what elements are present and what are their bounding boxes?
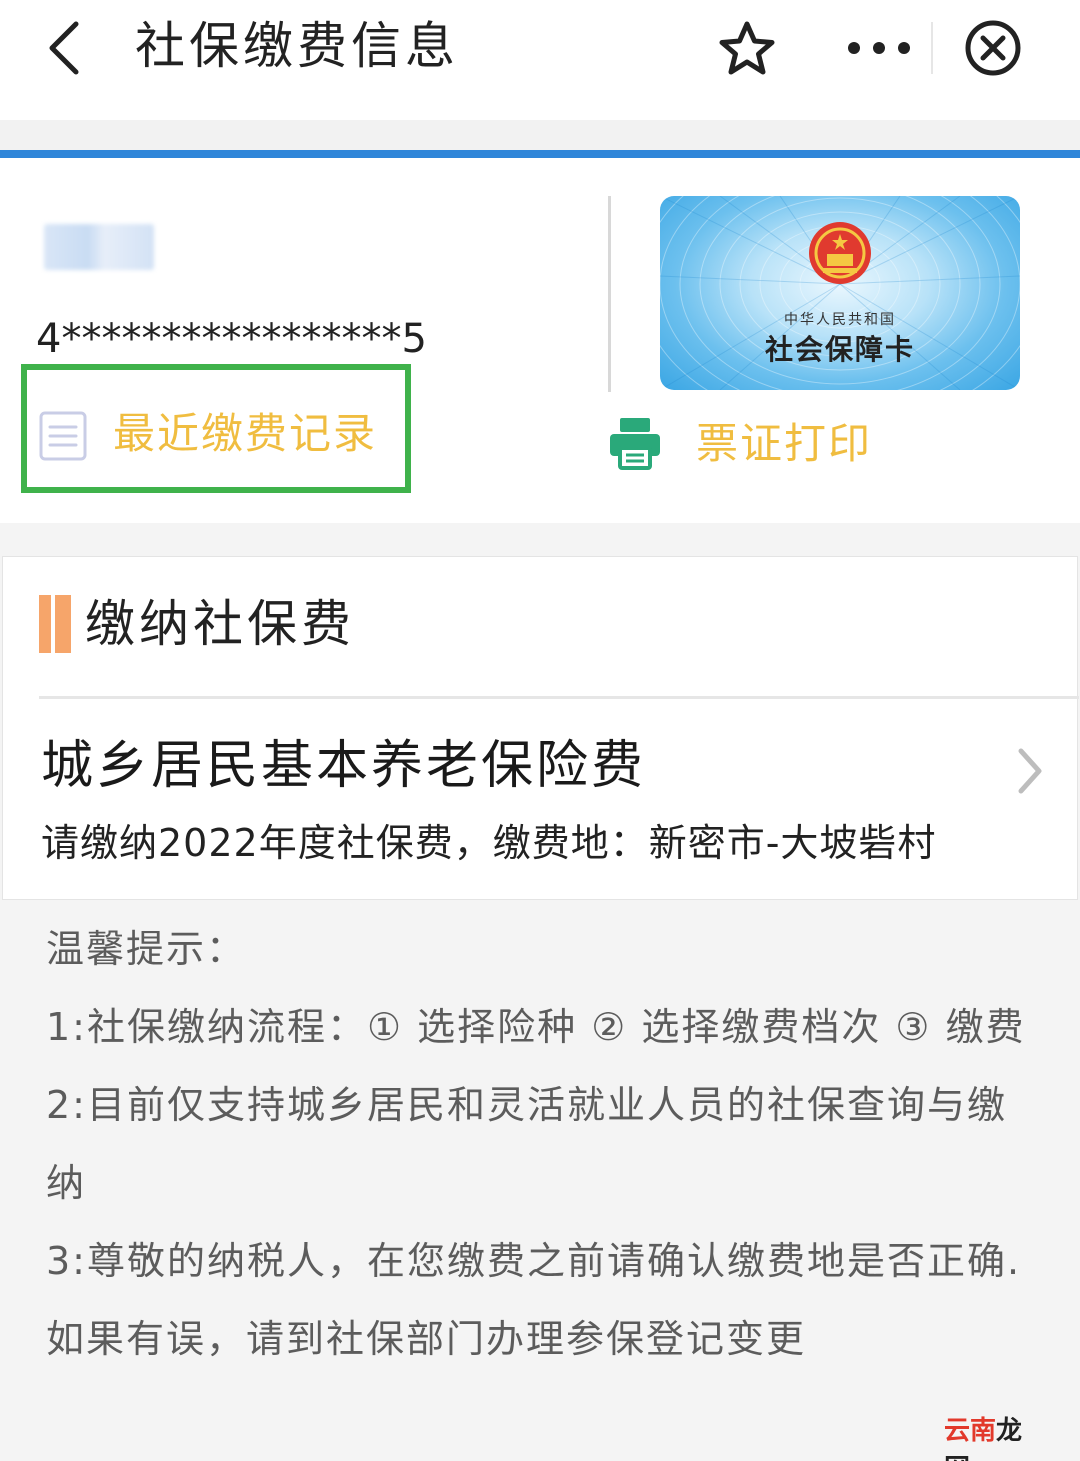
accent-bar [0, 150, 1080, 158]
close-circle-icon [965, 20, 1021, 76]
document-list-icon [39, 411, 87, 461]
insurance-name: 城乡居民基本养老保险费 [41, 736, 647, 796]
pay-social-security-section: 缴纳社保费 城乡居民基本养老保险费 请缴纳2022年度社保费，缴费地：新密市-大… [2, 556, 1079, 900]
vertical-divider [608, 196, 611, 392]
watermark-part-1: 云南 [944, 1416, 997, 1446]
tip-line: 3:尊敬的纳税人，在您缴费之前请确认缴费地是否正确. [46, 1239, 1022, 1283]
page-title: 社保缴费信息 [135, 17, 459, 75]
star-icon [719, 21, 775, 75]
social-security-card-image: 中华人民共和国 社会保障卡 [660, 196, 1020, 390]
more-options-button[interactable] [846, 28, 912, 68]
chevron-left-icon [49, 21, 79, 75]
tip-line: 2:目前仅支持城乡居民和灵活就业人员的社保查询与缴 [46, 1083, 1007, 1127]
tips-title: 温馨提示： [46, 927, 247, 971]
tip-line: 1:社保缴纳流程：① 选择险种 ② 选择缴费档次 ③ 缴费 [46, 1005, 1026, 1049]
insurance-item-pension[interactable]: 城乡居民基本养老保险费 请缴纳2022年度社保费，缴费地：新密市-大坡砦村 [3, 699, 1079, 899]
favorite-button[interactable] [716, 18, 778, 80]
national-emblem-icon [809, 222, 871, 284]
card-subtitle: 中华人民共和国 [784, 312, 896, 328]
tips-panel: 温馨提示： 1:社保缴纳流程：① 选择险种 ② 选择缴费档次 ③ 缴费 2:目前… [46, 910, 1066, 1378]
printer-icon [610, 418, 660, 470]
receipt-print-button[interactable]: 票证打印 [603, 412, 873, 482]
tip-line: 纳 [46, 1161, 87, 1205]
site-watermark: 云南龙网 [944, 1412, 1046, 1461]
receipt-print-label: 票证打印 [696, 419, 873, 468]
id-number: 4*****************5 [36, 316, 427, 362]
back-button[interactable] [38, 18, 98, 78]
section-title: 缴纳社保费 [85, 595, 355, 653]
top-bar: 社保缴费信息 [0, 0, 1080, 120]
header-divider [931, 22, 933, 74]
card-title: 社会保障卡 [764, 333, 915, 366]
chevron-right-icon [1018, 748, 1042, 794]
recent-payment-records-label: 最近缴费记录 [113, 409, 378, 458]
insurance-description: 请缴纳2022年度社保费，缴费地：新密市-大坡砦村 [41, 821, 937, 865]
user-name-redacted [44, 224, 154, 270]
section-accent-bar [39, 595, 71, 653]
more-dots-icon [848, 42, 910, 54]
user-card-panel: 4*****************5 中华人民共和国 社会保障卡 最近缴费记录… [0, 158, 1080, 523]
close-button[interactable] [962, 17, 1024, 79]
tip-line: 如果有误，请到社保部门办理参保登记变更 [46, 1317, 807, 1361]
recent-payment-records-button[interactable]: 最近缴费记录 [21, 364, 411, 493]
header-spacer [0, 120, 1080, 150]
